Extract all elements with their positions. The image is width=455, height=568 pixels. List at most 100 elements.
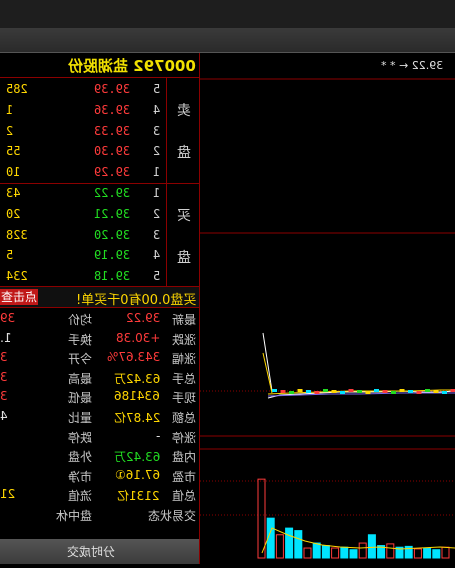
- volume-bar: [304, 548, 311, 558]
- quote-row: 总额 24.87亿 量比 4: [0, 407, 200, 427]
- quote-value-2: 3: [0, 370, 8, 384]
- price-tick: [425, 389, 430, 392]
- quote-value: 67.16①: [115, 468, 160, 482]
- big-order-button[interactable]: 点击查: [0, 289, 38, 305]
- quote-value-2: 3: [0, 350, 8, 364]
- tab-time-sales-label: 分时成交: [67, 543, 115, 560]
- price-tick: [298, 389, 303, 392]
- buy-label-char-2: 盘: [177, 247, 191, 267]
- quote-panel: 000792 盐湖股份 28539.395139.364239.3335539.…: [0, 53, 200, 539]
- volume-bar: [424, 548, 431, 558]
- price-tick: [323, 389, 328, 392]
- buy-level: 4: [153, 248, 160, 262]
- sell-level: 2: [153, 144, 160, 158]
- price-tick: [349, 389, 354, 392]
- volume-bar: [276, 535, 283, 558]
- quote-label: 交易状态: [148, 507, 196, 524]
- buy-label-char-1: 买: [177, 205, 191, 225]
- quote-label-2: 跌停: [68, 429, 92, 446]
- sell-volume: 285: [6, 82, 30, 96]
- volume-bar: [341, 547, 348, 558]
- quote-label-2: 盘中休: [56, 507, 92, 524]
- buy-volume: 5: [6, 248, 30, 262]
- chart-header: 39.22 ← * *: [200, 53, 455, 79]
- quote-label-2: 换手: [68, 331, 92, 348]
- tab-time-sales[interactable]: 分时成交: [0, 539, 199, 564]
- price-tick: [289, 391, 294, 394]
- sell-price: 39.33: [94, 124, 130, 138]
- quote-label-2: 最低: [68, 389, 92, 406]
- sell-row-4[interactable]: 139.364: [0, 100, 165, 121]
- quote-label-2: 量比: [68, 409, 92, 426]
- quote-value-2: 4: [0, 409, 8, 423]
- volume-bar: [258, 479, 265, 558]
- sell-price: 39.36: [94, 103, 130, 117]
- quote-value-2: 21: [0, 487, 15, 501]
- sell-row-5[interactable]: 285 39.39 5: [0, 79, 165, 100]
- price-tick: [332, 390, 337, 393]
- quote-value: 63.42万: [114, 370, 160, 387]
- quote-label: 总值: [172, 487, 196, 504]
- buy-level: 3: [153, 228, 160, 242]
- buy-level: 2: [153, 207, 160, 221]
- sell-row-3[interactable]: 239.333: [0, 121, 165, 142]
- sell-label-char-1: 卖: [177, 100, 191, 120]
- volume-bar: [433, 550, 440, 558]
- sell-label-char-2: 盘: [177, 142, 191, 162]
- quote-value: 343.67%: [107, 350, 160, 364]
- buy-volume: 43: [6, 186, 30, 200]
- sell-level: 1: [153, 165, 160, 179]
- quote-value: 634186: [114, 389, 160, 403]
- volume-bar: [295, 531, 302, 558]
- quote-row: 涨幅343.67%今开3: [0, 348, 200, 368]
- quote-value-2: 39: [0, 311, 15, 325]
- quote-label: 现手: [172, 389, 196, 406]
- quote-row: 内盘63.42万外盘: [0, 446, 200, 466]
- sell-price: 39.39: [94, 82, 130, 96]
- quote-label: 总额: [172, 409, 196, 426]
- quote-label-2: 市净: [68, 468, 92, 485]
- sell-level: 5: [153, 82, 160, 96]
- big-order-text: 买盘0.00有0千买单!: [76, 289, 196, 308]
- quote-row: 最新39.22均价39: [0, 309, 200, 329]
- sell-level: 4: [153, 103, 160, 117]
- price-spike-white: [263, 333, 272, 391]
- buy-price: 39.20: [94, 228, 130, 242]
- price-tick: [366, 391, 371, 394]
- price-tick: [306, 390, 311, 393]
- buy-row-5[interactable]: 23439.185: [0, 266, 165, 287]
- quote-label: 涨停: [172, 429, 196, 446]
- volume-bar: [286, 528, 293, 558]
- buy-row-1[interactable]: 43 39.22 1: [0, 183, 165, 204]
- sell-price: 39.29: [94, 165, 130, 179]
- tab-bar[interactable]: [0, 28, 455, 53]
- price-tick: [281, 390, 286, 393]
- quote-label: 最新: [172, 311, 196, 328]
- buy-row-3[interactable]: 32839.203: [0, 225, 165, 246]
- buy-side-label: 买 盘: [166, 183, 201, 287]
- sell-row-2[interactable]: 5539.302: [0, 141, 165, 162]
- buy-row-2[interactable]: 2039.212: [0, 204, 165, 225]
- price-tick: [391, 391, 396, 394]
- quote-value: -: [156, 429, 160, 443]
- intraday-chart[interactable]: [200, 53, 455, 564]
- buy-price: 39.19: [94, 248, 130, 262]
- quote-label-2: 最高: [68, 370, 92, 387]
- buy-row-4[interactable]: 5 39.19 4: [0, 245, 165, 266]
- buy-volume: 20: [6, 207, 30, 221]
- volume-bar: [414, 549, 421, 558]
- quote-value: +30.38: [116, 331, 160, 345]
- volume-bar: [322, 546, 329, 558]
- quote-value: 24.87亿: [114, 409, 160, 426]
- price-tick: [315, 391, 320, 394]
- quote-label: 市盈: [172, 468, 196, 485]
- quote-label: 涨跌: [172, 331, 196, 348]
- price-tick: [272, 389, 277, 392]
- buy-price: 39.22: [94, 186, 130, 200]
- price-tick: [442, 391, 447, 394]
- quote-value-2: 3: [0, 389, 8, 403]
- buy-level: 1: [153, 186, 160, 200]
- sell-row-1[interactable]: 1039.291: [0, 162, 165, 183]
- strip-bottom-line: [0, 307, 200, 308]
- quote-row: 总值2131亿流值21: [0, 485, 200, 505]
